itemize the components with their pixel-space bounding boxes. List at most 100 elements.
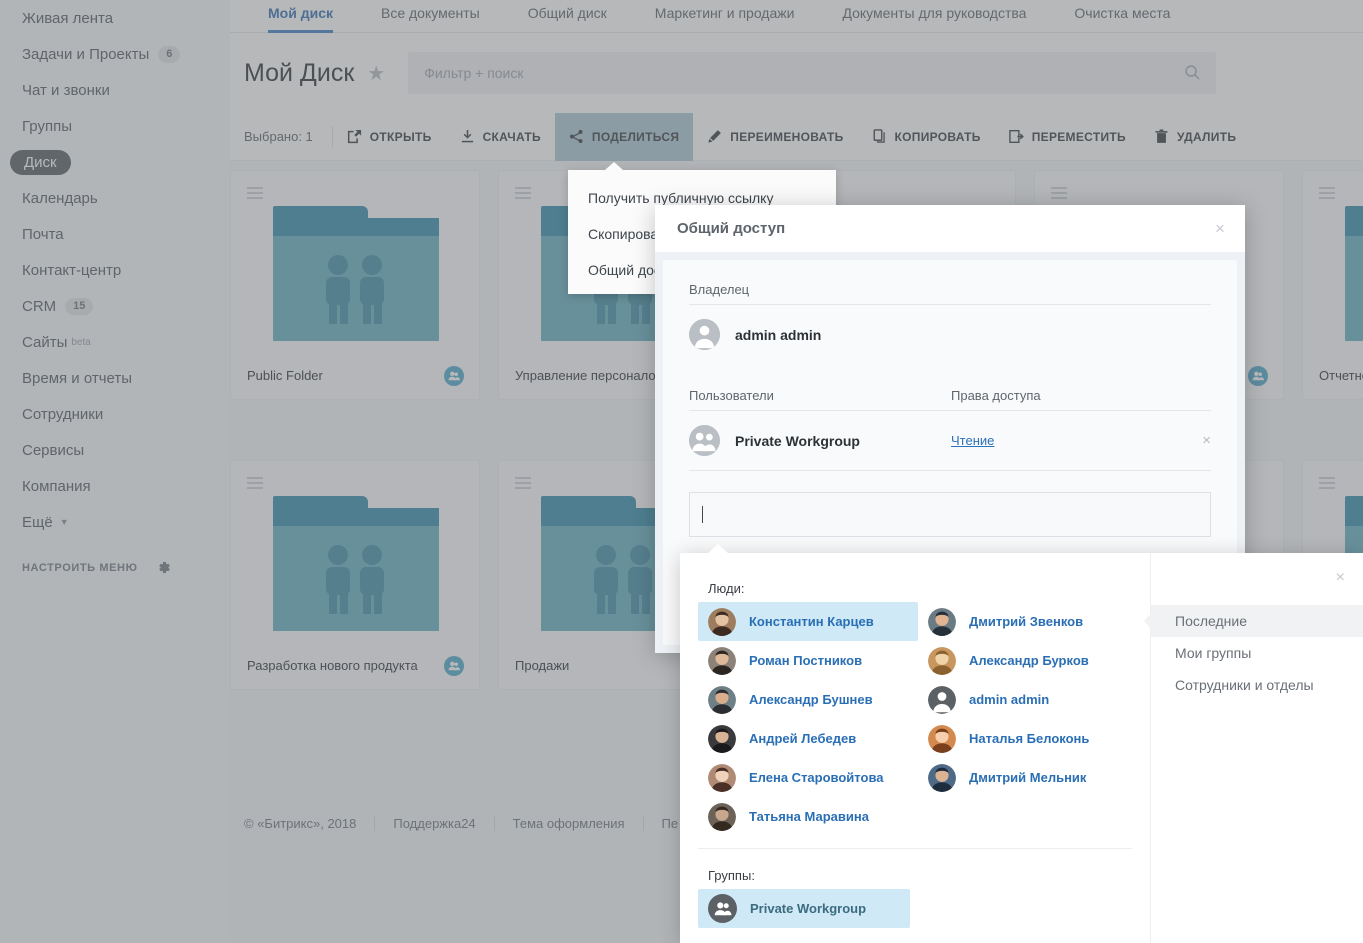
owner-section-label: Владелец	[689, 282, 1211, 305]
top-tabbar: Мой диск Все документы Общий диск Маркетинг…	[230, 0, 1363, 33]
card-menu-icon[interactable]	[247, 477, 263, 492]
folder-card[interactable]: Отчетность	[1302, 170, 1363, 400]
share-dialog-title: Общий доступ	[677, 220, 786, 237]
toolbar-button-4[interactable]: КОПИРОВАТЬ	[858, 113, 995, 161]
remove-row-icon[interactable]: ×	[1202, 432, 1211, 449]
sidebar-item-label: Время и отчеты	[22, 369, 133, 387]
sidebar-item-label: Живая лента	[22, 9, 114, 27]
folder-icon	[273, 496, 439, 631]
sidebar-item-1[interactable]: Задачи и Проекты 6	[0, 36, 230, 72]
permission-cell: Чтение	[951, 432, 1211, 450]
list-item[interactable]: Елена Старовойтова	[698, 758, 918, 797]
tab-4[interactable]: Документы для руководства	[818, 0, 1050, 33]
folder-icon	[1345, 206, 1363, 341]
picker-side-tab-0[interactable]: Последние	[1144, 605, 1363, 637]
sidebar-item-8[interactable]: CRM 15	[0, 288, 230, 324]
list-item[interactable]: Private Workgroup	[698, 889, 910, 928]
toolbar-button-6[interactable]: УДАЛИТЬ	[1140, 113, 1250, 161]
list-item[interactable]: Дмитрий Звенков	[918, 602, 1138, 641]
list-item[interactable]: Дмитрий Мельник	[918, 758, 1138, 797]
list-item[interactable]: Татьяна Маравина	[698, 797, 918, 836]
list-item[interactable]: Наталья Белоконь	[918, 719, 1138, 758]
sidebar-item-7[interactable]: Контакт-центр	[0, 252, 230, 288]
pencil-icon	[707, 129, 722, 144]
shared-badge-icon	[444, 656, 464, 676]
sidebar-item-13[interactable]: Компания	[0, 468, 230, 504]
tab-3[interactable]: Маркетинг и продажи	[631, 0, 819, 33]
list-item[interactable]: Александр Бушнев	[698, 680, 918, 719]
picker-list-pane: Люди: Константин Карцев Роман Постников Ал…	[680, 553, 1150, 943]
sidebar-item-9[interactable]: Сайты beta	[0, 324, 230, 360]
share-icon	[569, 129, 584, 144]
sidebar-item-2[interactable]: Чат и звонки	[0, 72, 230, 108]
sidebar-item-0[interactable]: Живая лента	[0, 0, 230, 36]
owner-row: admin admin	[689, 319, 1211, 350]
avatar	[689, 319, 720, 350]
users-column-label: Пользователи	[689, 388, 951, 411]
gear-icon[interactable]	[156, 560, 171, 575]
card-menu-icon[interactable]	[1319, 187, 1335, 202]
tab-label: Общий диск	[527, 5, 607, 21]
toolbar-button-3[interactable]: ПЕРЕИМЕНОВАТЬ	[693, 113, 857, 161]
sidebar-item-3[interactable]: Группы	[0, 108, 230, 144]
footer-link-0[interactable]: © «Битрикс», 2018	[244, 815, 376, 831]
footer-link-2[interactable]: Тема оформления	[495, 815, 644, 831]
group-name: Private Workgroup	[750, 901, 867, 916]
tab-2[interactable]: Общий диск	[504, 0, 631, 33]
list-item[interactable]: admin admin	[918, 680, 1138, 719]
open-icon	[347, 129, 362, 144]
person-name: Дмитрий Звенков	[969, 614, 1084, 629]
search-input[interactable]: Фильтр + поиск	[408, 52, 1217, 94]
folder-card[interactable]: Разработка нового продукта	[230, 460, 480, 690]
card-menu-icon[interactable]	[515, 187, 531, 202]
sidebar-item-10[interactable]: Время и отчеты	[0, 360, 230, 396]
picker-side-tab-1[interactable]: Мои группы	[1151, 637, 1363, 669]
favorite-star-icon[interactable]: ★	[367, 61, 385, 86]
folder-card[interactable]: Public Folder	[230, 170, 480, 400]
sidebar-item-label: CRM	[22, 297, 57, 315]
sidebar-item-11[interactable]: Сотрудники	[0, 396, 230, 432]
list-item[interactable]: Роман Постников	[698, 641, 918, 680]
sidebar-item-12[interactable]: Сервисы	[0, 432, 230, 468]
sidebar-item-label: Компания	[22, 477, 91, 495]
page-header: Мой Диск ★ Фильтр + поиск	[230, 33, 1363, 113]
permission-link[interactable]: Чтение	[951, 433, 994, 448]
avatar	[708, 724, 736, 753]
add-recipient-input[interactable]	[689, 492, 1211, 537]
card-menu-icon[interactable]	[1051, 187, 1067, 202]
card-menu-icon[interactable]	[247, 187, 263, 202]
permissions-table-header: Пользователи Права доступа	[689, 388, 1211, 411]
search-placeholder: Фильтр + поиск	[424, 65, 524, 81]
tab-label: Документы для руководства	[842, 5, 1027, 21]
sidebar-item-14[interactable]: Ещё ▼	[0, 504, 230, 540]
toolbar-button-1[interactable]: СКАЧАТЬ	[446, 113, 555, 161]
toolbar-button-0[interactable]: ОТКРЫТЬ	[333, 113, 446, 161]
card-menu-icon[interactable]	[515, 477, 531, 492]
close-icon[interactable]: ×	[1211, 220, 1229, 239]
avatar	[708, 685, 736, 714]
configure-menu[interactable]: НАСТРОИТЬ МЕНЮ	[22, 560, 171, 575]
tab-5[interactable]: Очистка места	[1050, 0, 1194, 33]
toolbar-button-label: КОПИРОВАТЬ	[894, 129, 981, 144]
folder-name: Public Folder	[247, 368, 323, 383]
list-item[interactable]: Константин Карцев	[698, 602, 918, 641]
avatar	[928, 763, 956, 792]
footer-link-1[interactable]: Поддержка24	[375, 815, 495, 831]
sidebar-item-5[interactable]: Календарь	[0, 180, 230, 216]
sidebar-item-6[interactable]: Почта	[0, 216, 230, 252]
list-item[interactable]: Александр Бурков	[918, 641, 1138, 680]
person-name: Наталья Белоконь	[969, 731, 1090, 746]
toolbar-button-2[interactable]: ПОДЕЛИТЬСЯ	[554, 112, 694, 161]
trash-icon	[1154, 129, 1169, 144]
sidebar-item-4[interactable]: Диск	[0, 144, 230, 180]
tab-label: Очистка места	[1074, 5, 1171, 21]
tab-0[interactable]: Мой диск	[244, 0, 357, 33]
toolbar-button-5[interactable]: ПЕРЕМЕСТИТЬ	[995, 113, 1140, 161]
list-item[interactable]: Андрей Лебедев	[698, 719, 918, 758]
card-menu-icon[interactable]	[1319, 477, 1335, 492]
picker-side-tab-2[interactable]: Сотрудники и отделы	[1151, 669, 1363, 701]
tab-1[interactable]: Все документы	[357, 0, 504, 33]
tab-label: Маркетинг и продажи	[654, 5, 795, 21]
avatar	[708, 646, 736, 675]
person-name: Александр Бушнев	[749, 692, 873, 707]
